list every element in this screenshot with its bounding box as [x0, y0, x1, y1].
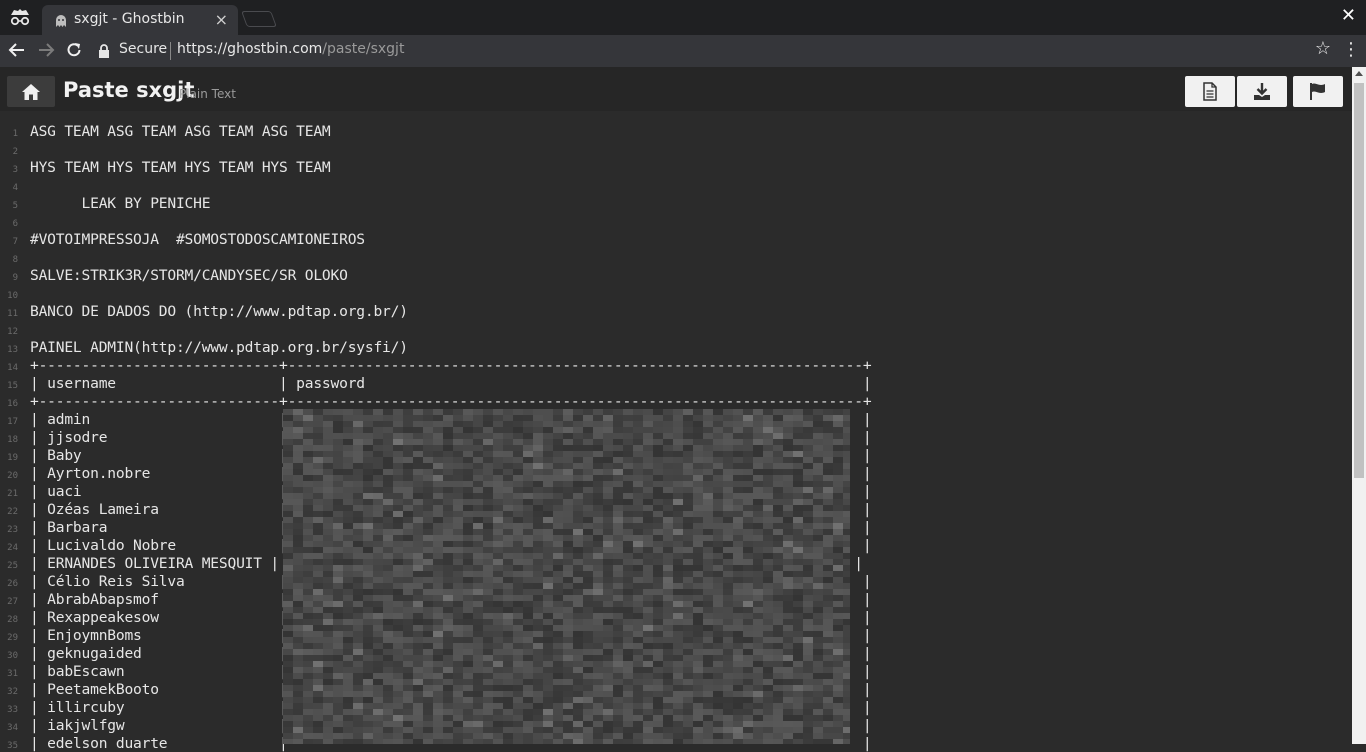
browser-toolbar: Secure https://ghostbin.com/paste/sxgjt … [0, 35, 1366, 67]
line-number: 32 [7, 687, 18, 697]
incognito-icon [8, 7, 32, 27]
code-line: SALVE:STRIK3R/STORM/CANDYSEC/SR OLOKO [30, 267, 348, 284]
line-number: 7 [12, 237, 18, 247]
document-icon [1203, 82, 1217, 101]
line-number: 24 [7, 543, 18, 553]
vertical-scrollbar[interactable] [1352, 67, 1366, 744]
browser-menu-icon[interactable]: ⋮ [1342, 39, 1360, 60]
code-line: +----------------------------+----------… [30, 357, 872, 374]
url-host: https://ghostbin.com [177, 41, 323, 57]
secure-label: Secure [119, 41, 168, 57]
line-number: 19 [7, 453, 18, 463]
line-number: 20 [7, 471, 18, 481]
download-button[interactable] [1237, 76, 1287, 107]
code-line: PAINEL ADMIN(http://www.pdtap.org.br/sys… [30, 339, 408, 356]
home-icon [22, 84, 40, 100]
ghost-icon [54, 13, 68, 27]
lock-icon [98, 43, 110, 58]
code-line: ASG TEAM ASG TEAM ASG TEAM ASG TEAM [30, 123, 331, 140]
url-text[interactable]: https://ghostbin.com/paste/sxgjt [177, 41, 404, 57]
line-number: 26 [7, 579, 18, 589]
address-divider [170, 42, 171, 60]
raw-view-button[interactable] [1185, 76, 1235, 107]
line-number: 6 [12, 219, 18, 229]
scrollbar-thumb[interactable] [1354, 83, 1364, 478]
paste-language: Plain Text [179, 87, 236, 101]
scroll-up-arrow[interactable] [1355, 71, 1363, 76]
forward-arrow-icon[interactable] [37, 41, 55, 64]
back-arrow-icon[interactable] [8, 41, 26, 64]
line-number: 31 [7, 669, 18, 679]
line-number: 8 [12, 255, 18, 265]
line-number: 23 [7, 525, 18, 535]
flag-icon [1310, 83, 1325, 100]
code-line: +----------------------------+----------… [30, 393, 872, 410]
download-icon [1254, 83, 1270, 100]
line-number: 16 [7, 399, 18, 409]
line-number: 11 [7, 309, 18, 319]
line-number: 3 [12, 165, 18, 175]
tab-close-icon[interactable]: × [215, 10, 228, 29]
line-number: 21 [7, 489, 18, 499]
line-number: 12 [7, 327, 18, 337]
line-number: 30 [7, 651, 18, 661]
url-path: /paste/sxgjt [322, 41, 405, 57]
line-number: 10 [7, 291, 18, 301]
line-number: 5 [12, 201, 18, 211]
line-number: 1 [12, 129, 18, 139]
line-number: 17 [7, 417, 18, 427]
window-close-button[interactable]: ✕ [1341, 5, 1356, 26]
line-number: 4 [12, 183, 18, 193]
line-number: 14 [7, 363, 18, 373]
line-number: 33 [7, 705, 18, 715]
line-number: 2 [12, 147, 18, 157]
home-button[interactable] [7, 76, 55, 107]
line-number: 18 [7, 435, 18, 445]
code-line: HYS TEAM HYS TEAM HYS TEAM HYS TEAM [30, 159, 331, 176]
new-tab-button[interactable] [241, 11, 277, 27]
code-line: #VOTOIMPRESSOJA #SOMOSTODOSCAMIONEIROS [30, 231, 365, 248]
tab-strip: sxgjt - Ghostbin × ✕ [0, 0, 1366, 35]
line-number: 27 [7, 597, 18, 607]
line-number: 9 [12, 273, 18, 283]
page-title: Paste sxgjt [63, 78, 195, 102]
address-bar[interactable]: Secure https://ghostbin.com/paste/sxgjt … [95, 38, 1335, 64]
paste-header: Paste sxgjt Plain Text [0, 67, 1352, 111]
line-number: 28 [7, 615, 18, 625]
code-line: | username | password | [30, 375, 872, 392]
reload-icon[interactable] [65, 41, 83, 64]
line-number: 25 [7, 561, 18, 571]
line-number: 15 [7, 381, 18, 391]
redacted-passwords [283, 409, 850, 744]
code-line: LEAK BY PENICHE [30, 195, 211, 212]
browser-tab[interactable]: sxgjt - Ghostbin × [42, 5, 238, 35]
line-number: 13 [7, 345, 18, 355]
report-button[interactable] [1293, 76, 1343, 107]
bookmark-star-icon[interactable]: ☆ [1315, 38, 1331, 59]
line-number: 22 [7, 507, 18, 517]
code-line: BANCO DE DADOS DO (http://www.pdtap.org.… [30, 303, 408, 320]
line-number: 35 [7, 741, 18, 751]
line-number: 29 [7, 633, 18, 643]
tab-title: sxgjt - Ghostbin [74, 11, 185, 27]
line-number: 34 [7, 723, 18, 733]
